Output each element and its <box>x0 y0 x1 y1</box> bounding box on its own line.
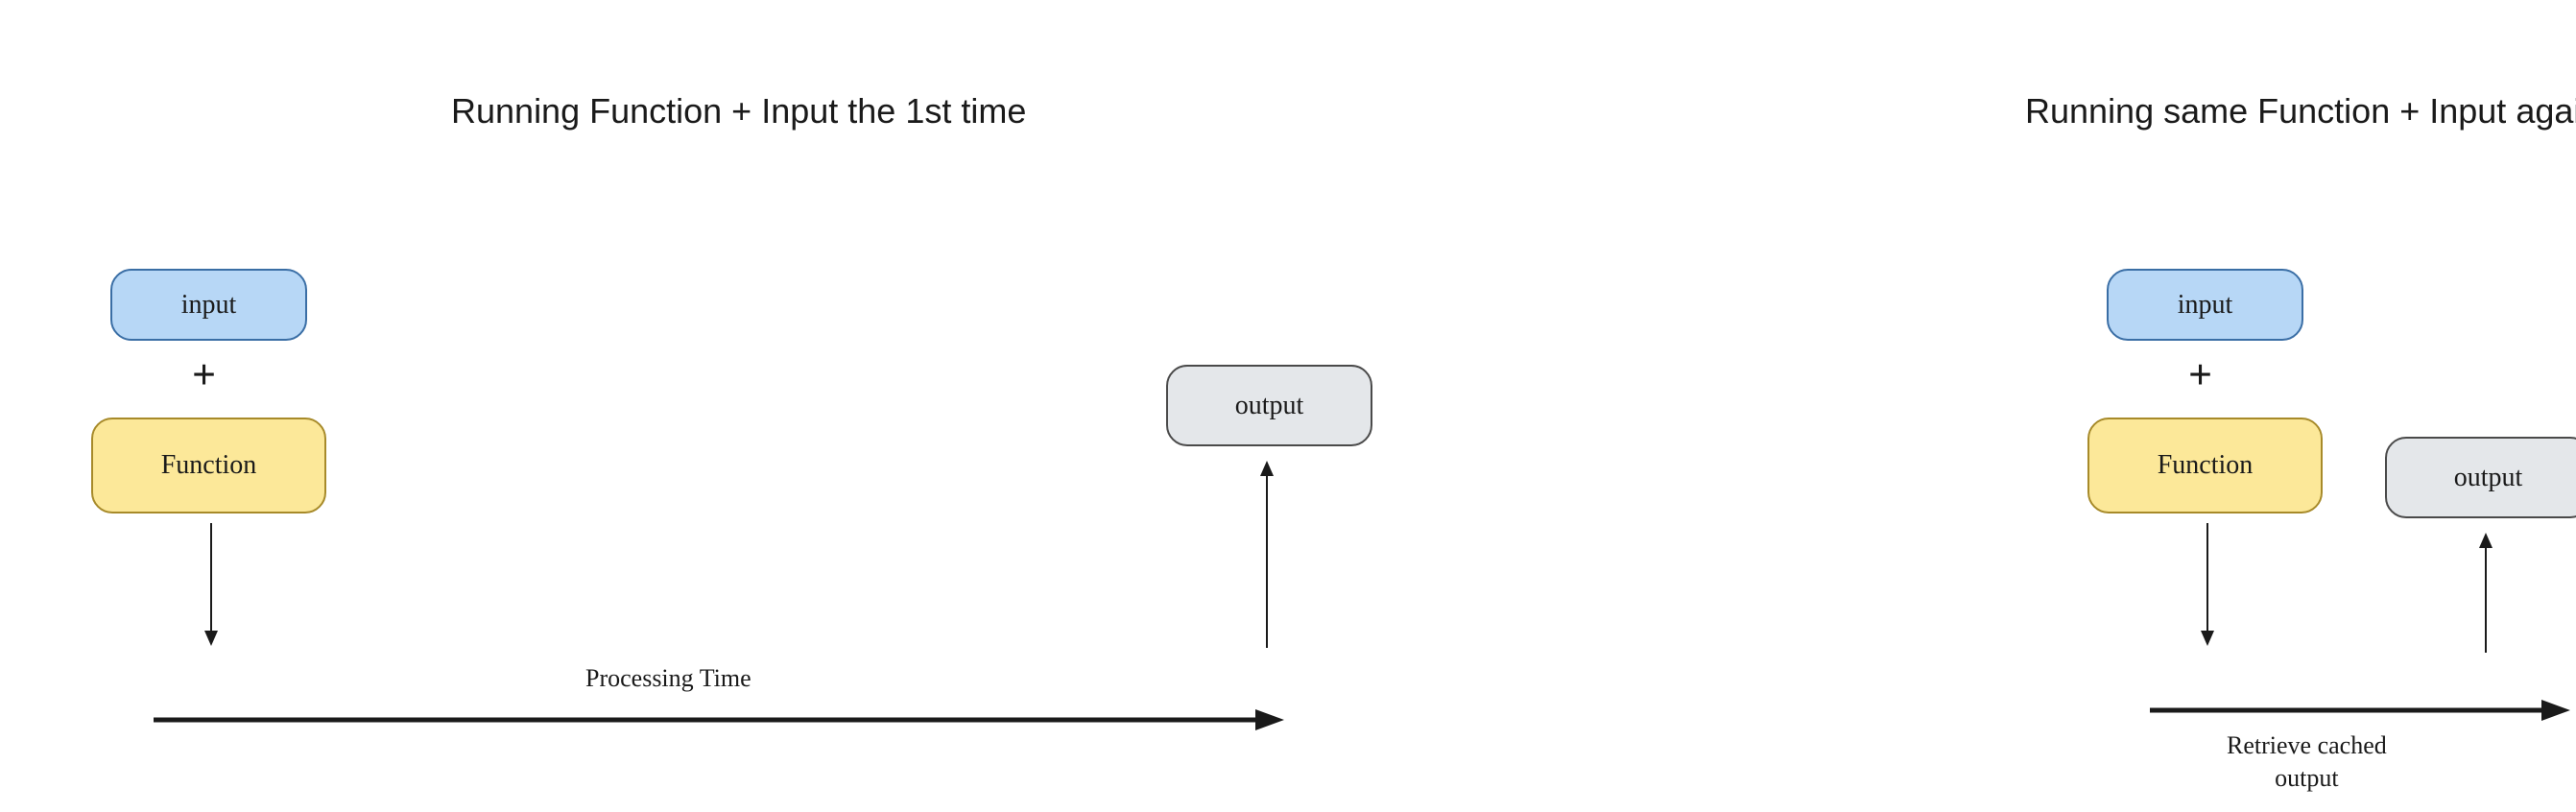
right-timeline-label: Retrieve cachedoutput <box>2227 729 2387 795</box>
left-timeline-arrow <box>154 705 1286 734</box>
left-function-down-arrow <box>202 523 221 648</box>
left-output-label: output <box>1235 391 1304 421</box>
right-title: Running same Function + Input again <box>2025 91 2576 131</box>
left-output-up-arrow <box>1257 461 1276 653</box>
right-plus: + <box>2188 350 2212 399</box>
left-output-box: output <box>1166 365 1372 446</box>
right-function-label: Function <box>2158 450 2254 481</box>
left-plus: + <box>192 350 216 399</box>
left-function-box: Function <box>91 418 326 513</box>
right-timeline-label-text: Retrieve cachedoutput <box>2227 731 2387 792</box>
right-function-down-arrow <box>2198 523 2217 648</box>
right-timeline-arrow <box>2150 696 2572 725</box>
right-output-up-arrow <box>2476 533 2495 657</box>
left-title: Running Function + Input the 1st time <box>451 91 1026 131</box>
right-input-label: input <box>2178 290 2233 321</box>
right-output-box: output <box>2385 437 2576 518</box>
right-output-label: output <box>2454 463 2523 493</box>
right-function-box: Function <box>2087 418 2323 513</box>
left-timeline-label: Processing Time <box>585 664 751 693</box>
left-function-label: Function <box>161 450 257 481</box>
left-input-box: input <box>110 269 307 341</box>
right-input-box: input <box>2107 269 2303 341</box>
left-input-label: input <box>181 290 237 321</box>
